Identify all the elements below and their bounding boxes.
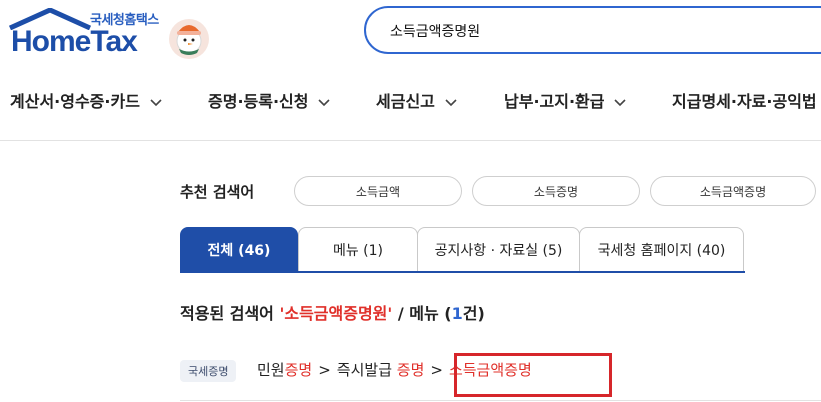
snowman-mascot-icon [169,19,209,59]
tab-underline [180,271,745,273]
logo-wordmark: HomeTax [11,25,138,58]
nav-item-tax-filing[interactable]: 세금신고 [376,88,457,112]
chevron-down-icon [445,98,457,106]
tab-nts-homepage[interactable]: 국세청 홈페이지 (40) [579,227,744,272]
chevron-down-icon [614,98,627,106]
result-divider [180,400,821,401]
tab-all[interactable]: 전체 (46) [180,227,298,272]
highlight-annotation-box [454,353,612,397]
recommended-keywords-label: 추천 검색어 [180,183,255,201]
search-input[interactable] [388,18,812,44]
nav-item-invoices[interactable]: 계산서·영수증·카드 [10,88,162,112]
chevron-down-icon [318,98,331,106]
category-badge: 국세증명 [180,360,237,382]
keyword-chip-3[interactable]: 소득금액증명 [650,176,816,206]
result-count: 1 [451,304,463,323]
tab-menu[interactable]: 메뉴 (1) [298,227,418,272]
nav-divider [0,140,821,141]
nav-item-certificates[interactable]: 증명·등록·신청 [208,88,331,112]
keyword-chip-1[interactable]: 소득금액 [294,176,462,206]
nav-item-statements[interactable]: 지급명세·자료·공익법 [672,88,817,112]
applied-query: '소득금액증명원' [279,304,393,323]
tab-notices[interactable]: 공지사항 · 자료실 (5) [417,227,580,272]
result-heading: 적용된 검색어 '소득금액증명원' / 메뉴 (1건) [180,304,485,323]
hometax-logo[interactable]: 국세청홈택스 HomeTax [8,8,168,60]
nav-item-payment[interactable]: 납부·고지·환급 [504,88,627,112]
search-box[interactable] [364,6,821,54]
keyword-chip-2[interactable]: 소득증명 [472,176,640,206]
chevron-down-icon [150,98,162,106]
